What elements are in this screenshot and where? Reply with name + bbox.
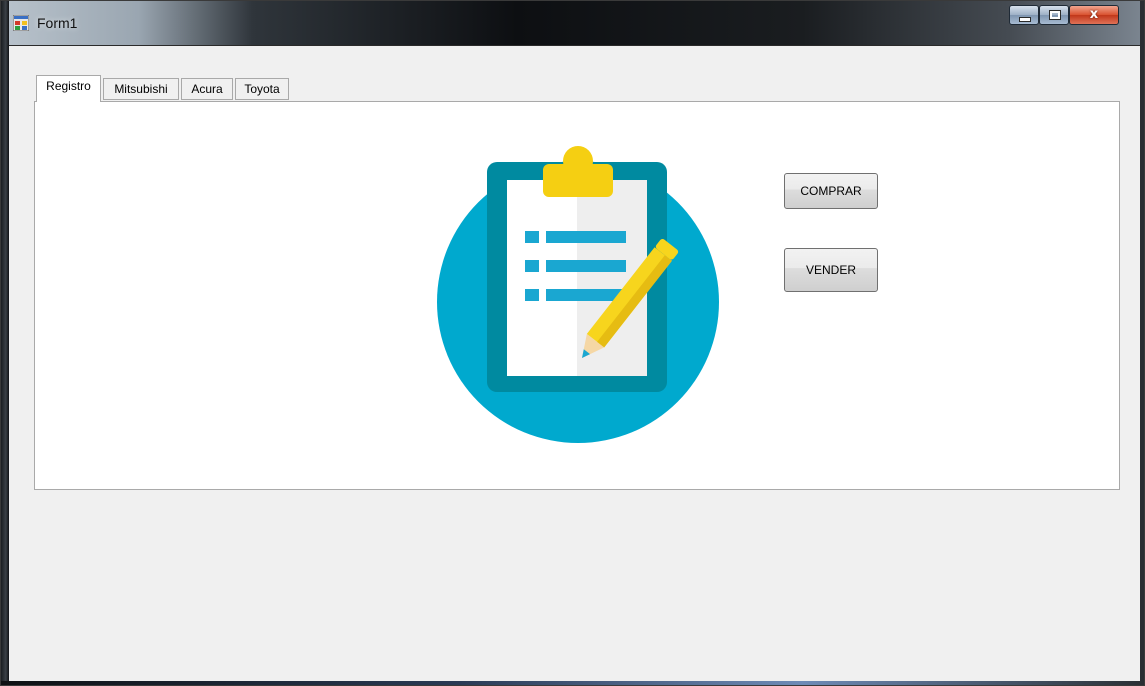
window-right-border [1140,1,1144,685]
list-line [546,260,626,272]
close-icon: x [1089,7,1099,22]
window-left-border [1,1,9,685]
list-bullet [525,260,539,272]
taskbar-strip [1,681,1144,685]
clipboard-pencil-icon [437,146,719,443]
tab-page-registro: COMPRAR VENDER [34,101,1120,490]
title-bar[interactable]: Form1 x [1,1,1144,46]
list-bullet [525,231,539,243]
close-button[interactable]: x [1069,5,1119,25]
minimize-button[interactable] [1009,5,1039,25]
maximize-icon [1049,10,1061,20]
comprar-button[interactable]: COMPRAR [784,173,878,209]
tab-acura[interactable]: Acura [181,78,233,100]
list-bullet [525,289,539,301]
vender-button[interactable]: VENDER [784,248,878,292]
maximize-button[interactable] [1039,5,1069,25]
list-line [546,231,626,243]
minimize-icon [1019,17,1031,22]
tab-toyota[interactable]: Toyota [235,78,289,100]
tab-registro[interactable]: Registro [36,75,101,102]
tab-mitsubishi[interactable]: Mitsubishi [103,78,179,100]
clipboard-clip [543,164,613,197]
form1-window: Form1 x Registro Mitsubishi Acura Toyota [0,0,1145,686]
form-app-icon [13,15,29,31]
window-title: Form1 [37,15,78,31]
